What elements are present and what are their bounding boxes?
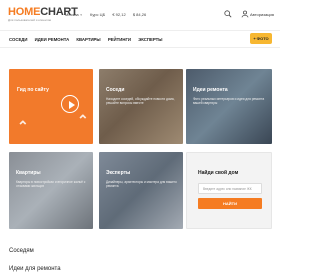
tile-site-guide[interactable]: Гид по сайту ⌃ ⌃ (9, 69, 93, 144)
add-photo-label: ФОТО (256, 36, 269, 41)
main-nav: СОСЕДИ ИДЕИ РЕМОНТА КВАРТИРЫ РЕЙТИНГИ ЭК… (0, 30, 280, 48)
rate-eur: € 92,12 (112, 12, 126, 17)
play-icon[interactable] (61, 95, 79, 113)
city-label: Москва (65, 12, 79, 17)
address-search-input[interactable]: Введите адрес или название ЖК (198, 183, 262, 194)
tile-apartments[interactable]: Квартиры Квартиры в новостройках и втори… (9, 152, 93, 229)
tile-title: Найди свой дом (198, 170, 239, 176)
site-header: HOMECHART Для пользователей и клиентов М… (0, 0, 280, 30)
plus-icon: + (253, 36, 256, 41)
tile-description: Фото реальных интерьеров и идеи для ремо… (193, 97, 265, 106)
tile-renovation-ideas[interactable]: Идеи ремонта Фото реальных интерьеров и … (186, 69, 272, 144)
logo-tagline: Для пользователей и клиентов (8, 18, 52, 22)
chevron-up-icon: ⌃ (77, 112, 89, 128)
currency-rates: Курс ЦБ € 92,12 $ 84,26 (90, 12, 152, 17)
tile-title: Эксперты (106, 170, 131, 176)
tile-title: Гид по сайту (17, 87, 49, 93)
tile-experts[interactable]: Эксперты Дизайнеры, архитекторы и мастер… (99, 152, 183, 229)
nav-item-apartments[interactable]: КВАРТИРЫ (76, 37, 100, 42)
section-title-ideas: Идеи для ремонта (9, 266, 61, 272)
city-selector[interactable]: Москва▼ (65, 12, 83, 18)
chevron-up-icon: ⌃ (17, 118, 29, 134)
tile-title: Идеи ремонта (193, 87, 228, 93)
login-link[interactable]: Авторизация (250, 12, 274, 17)
tile-find-home: Найди свой дом Введите адрес или названи… (186, 152, 272, 229)
find-button[interactable]: НАЙТИ (198, 198, 262, 209)
tile-neighbors[interactable]: Соседи Находите соседей, обсуждайте ново… (99, 69, 183, 144)
nav-item-ratings[interactable]: РЕЙТИНГИ (108, 37, 131, 42)
add-photo-button[interactable]: + ФОТО (250, 33, 272, 44)
nav-item-experts[interactable]: ЭКСПЕРТЫ (138, 37, 162, 42)
search-icon[interactable] (224, 10, 232, 18)
section-title-neighbors: Соседям (9, 248, 34, 254)
chevron-down-icon: ▼ (79, 13, 83, 17)
tile-title: Соседи (106, 87, 125, 93)
tile-description: Дизайнеры, архитекторы и мастера для ваш… (106, 180, 177, 189)
rate-usd: $ 84,26 (132, 12, 147, 17)
nav-item-ideas[interactable]: ИДЕИ РЕМОНТА (35, 37, 70, 42)
tile-description: Находите соседей, обсуждайте новости дом… (106, 97, 175, 106)
rates-label: Курс ЦБ (90, 12, 106, 17)
nav-item-neighbors[interactable]: СОСЕДИ (9, 37, 27, 42)
user-icon[interactable] (241, 10, 249, 18)
tile-description: Квартиры в новостройках и вторичное жиль… (16, 180, 86, 189)
tile-title: Квартиры (16, 170, 41, 176)
logo-home-text: HOME (8, 6, 41, 18)
